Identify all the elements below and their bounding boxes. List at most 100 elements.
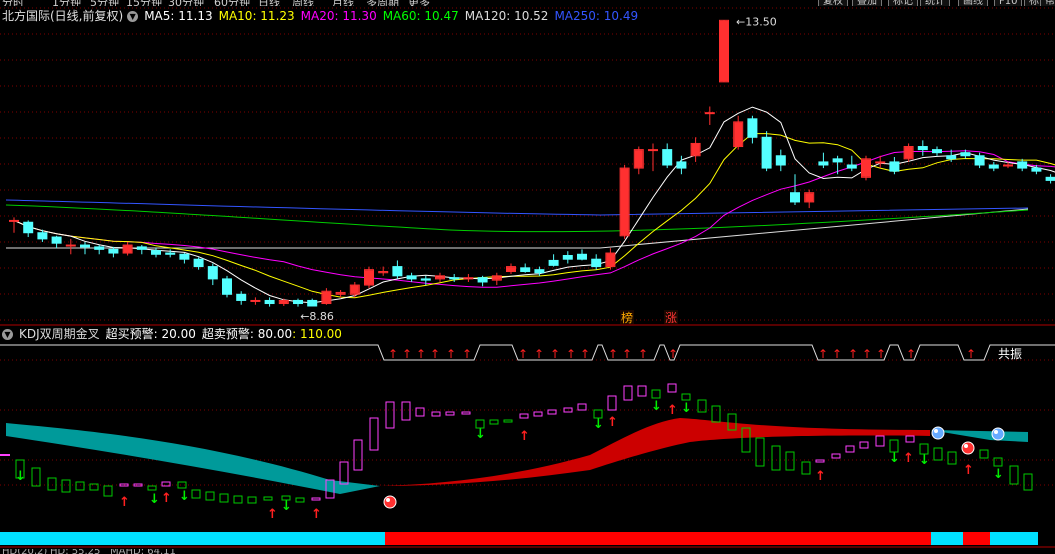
candle-fill: [805, 193, 814, 202]
candle-body: [307, 299, 318, 307]
kdj-bar: [295, 497, 305, 503]
kdj-bar: [369, 417, 379, 451]
candle-body: [9, 219, 19, 222]
kdj-bar: [651, 389, 661, 399]
candle-body: [37, 232, 48, 240]
sell-arrow-icon: ↓: [281, 499, 292, 514]
candle-body: [889, 161, 900, 172]
trend-bar-red: [385, 532, 931, 545]
limit-up-tag: 涨: [665, 310, 677, 325]
kdj-bar: [875, 435, 885, 447]
candle-body: [136, 246, 147, 250]
buy-arrow-icon: ↑: [430, 347, 440, 361]
kdj-bar: [933, 447, 943, 461]
kdj-bar: [755, 437, 765, 467]
candle-body: [1003, 164, 1013, 167]
buy-arrow-icon: ↑: [862, 347, 872, 361]
candle-body: [988, 164, 999, 169]
kdj-bar: [831, 453, 841, 459]
candle-body: [449, 277, 460, 280]
kdj-bar: [637, 385, 647, 397]
candle-fill: [507, 267, 515, 272]
candle-body: [80, 244, 90, 248]
kdj-bar: [1023, 473, 1033, 491]
candle-body: [108, 248, 119, 254]
buy-arrow-icon: ↑: [815, 469, 826, 484]
kdj-bar: [859, 441, 869, 449]
buy-arrow-icon: ↑: [622, 347, 632, 361]
candle-fill: [734, 122, 743, 147]
signal-ball-icon: [383, 495, 397, 509]
buy-arrow-icon: ↑: [906, 347, 916, 361]
sell-arrow-icon: ↓: [475, 427, 486, 442]
buy-arrow-icon: ↑: [607, 415, 618, 430]
kdj-bar: [623, 385, 633, 401]
candle-fill: [492, 276, 501, 280]
candle-body: [151, 250, 161, 255]
candle-body: [420, 278, 431, 281]
kdj-bar: [947, 451, 957, 465]
signal-ball-highlight: [964, 444, 968, 448]
candle-body: [477, 277, 488, 283]
signal-ball-highlight: [934, 429, 938, 433]
kdj-bar: [263, 496, 273, 501]
trend-bar-cyan: [0, 532, 385, 545]
candle-body: [392, 266, 403, 277]
sell-arrow-icon: ↓: [15, 469, 26, 484]
candle-body: [94, 246, 105, 250]
sell-arrow-icon: ↓: [889, 451, 900, 466]
candle-body: [23, 221, 34, 234]
candle-fill: [620, 168, 629, 236]
sell-arrow-icon: ↓: [651, 399, 662, 414]
candle-fill: [123, 245, 132, 253]
candle-body: [676, 161, 687, 169]
candle-body: [818, 161, 829, 166]
buy-arrow-icon: ↑: [966, 347, 976, 361]
sell-arrow-icon: ↓: [149, 492, 160, 507]
kdj-bar: [339, 461, 349, 485]
kdj-bar: [771, 445, 781, 471]
buy-arrow-icon: ↑: [832, 347, 842, 361]
buy-arrow-icon: ↑: [668, 347, 678, 361]
signal-ball-highlight: [386, 498, 390, 502]
buy-arrow-icon: ↑: [876, 347, 886, 361]
candle-fill: [904, 147, 913, 159]
kdj-bar: [103, 485, 113, 497]
trend-bar-cyan: [931, 532, 963, 545]
kdj-bar: [353, 439, 363, 471]
kdj-bar: [401, 401, 411, 421]
candle-body: [875, 161, 886, 164]
candle-body: [264, 299, 275, 305]
kdj-bar: [1009, 465, 1019, 485]
candle-body: [179, 253, 190, 260]
candle-body: [1031, 167, 1042, 172]
candle-body: [520, 267, 531, 273]
candle-body: [165, 252, 176, 255]
kdj-bar: [431, 411, 441, 417]
kdj-bar: [711, 405, 721, 423]
candle-body: [917, 146, 928, 151]
kdj-bar: [801, 461, 811, 475]
kdj-bar: [219, 493, 229, 503]
sell-arrow-icon: ↓: [179, 489, 190, 504]
kdj-bar: [61, 479, 71, 493]
candle-fill: [634, 150, 643, 168]
candle-body: [960, 152, 971, 157]
buy-arrow-icon: ↑: [534, 347, 544, 361]
sell-arrow-icon: ↓: [919, 453, 930, 468]
kdj-bar: [415, 407, 425, 417]
candle-body: [648, 149, 658, 152]
buy-arrow-icon: ↑: [818, 347, 828, 361]
kline-chart[interactable]: ←13.50 ←8.86 榜 涨 ↑ ↑ ↑ ↑ ↑ ↑ ↑ ↑ ↑ ↑ ↑ ↑ ↑ ↑ ↑ ↑ ↑ ↑ ↑ ↑ ↑ ↑ 共振 ↓ ↓ ↓…: [0, 0, 1055, 554]
candle-body: [591, 258, 602, 268]
buy-arrow-icon: ↑: [161, 491, 172, 506]
kdj-bar: [667, 383, 677, 393]
candle-fill: [322, 291, 331, 304]
kdj-bar: [993, 457, 1003, 467]
buy-arrow-icon: ↑: [388, 347, 398, 361]
buy-arrow-icon: ↑: [580, 347, 590, 361]
candle-body: [51, 236, 62, 244]
buy-arrow-icon: ↑: [462, 347, 472, 361]
buy-arrow-icon: ↑: [311, 507, 322, 522]
candle-fill: [336, 292, 345, 294]
